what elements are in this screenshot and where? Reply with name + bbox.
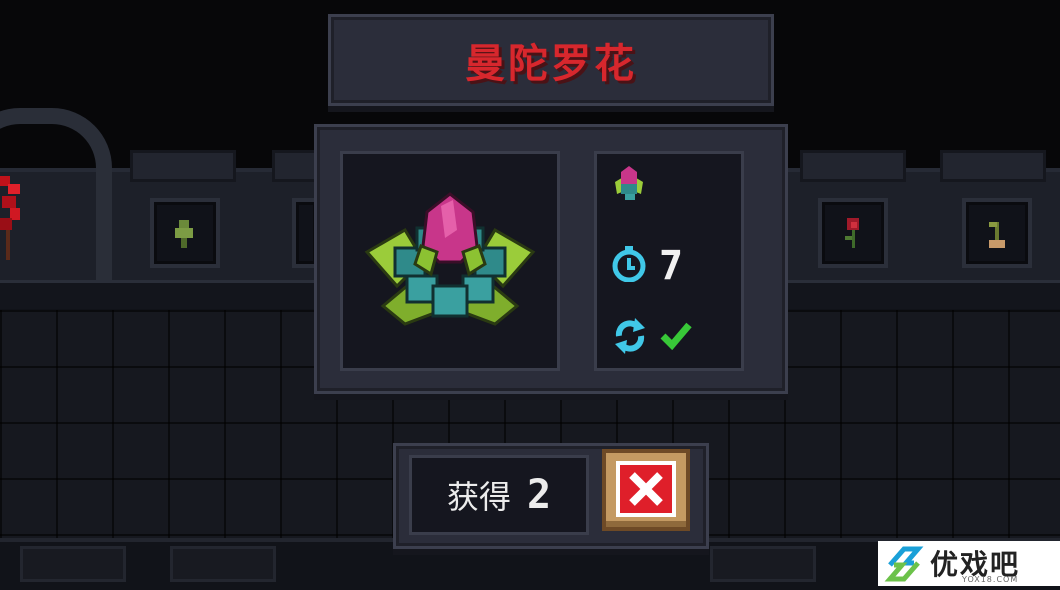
rail-block xyxy=(710,546,816,582)
growth-time-value: 7 xyxy=(659,243,684,289)
watermark-logo-icon xyxy=(884,546,924,582)
obtain-count: 2 xyxy=(526,472,552,518)
close-x-icon xyxy=(629,472,663,506)
item-name: 曼陀罗花 xyxy=(465,41,637,87)
wall-merlon xyxy=(940,150,1046,182)
obtain-label: 获得 xyxy=(446,478,511,516)
check-icon xyxy=(660,322,692,350)
rail-block xyxy=(170,546,276,582)
seedling-icon xyxy=(989,222,1005,248)
rose-plant-icon xyxy=(845,218,859,248)
rail-block xyxy=(20,546,126,582)
sprout-plant-icon xyxy=(175,220,193,248)
wall-merlon xyxy=(130,150,236,182)
watermark-domain: YOX18.COM xyxy=(962,575,1019,584)
item-stats-slot: 7 xyxy=(594,151,744,371)
datura-flower-icon xyxy=(364,192,536,326)
item-pedestal xyxy=(150,198,220,268)
timer-icon xyxy=(612,246,646,282)
item-title-panel: 曼陀罗花 xyxy=(328,14,774,106)
wall-merlon xyxy=(800,150,906,182)
site-watermark: 优戏吧 YOX18.COM xyxy=(878,541,1060,586)
cycle-icon xyxy=(615,318,645,354)
item-pedestal xyxy=(962,198,1032,268)
close-button[interactable] xyxy=(602,449,690,531)
item-image-slot xyxy=(340,151,560,371)
obtain-count-box: 获得 2 xyxy=(409,455,589,535)
red-tree-decoration xyxy=(0,176,20,260)
flower-thumbnail-icon xyxy=(615,166,643,200)
close-button-face[interactable] xyxy=(616,461,676,517)
item-pedestal xyxy=(818,198,888,268)
